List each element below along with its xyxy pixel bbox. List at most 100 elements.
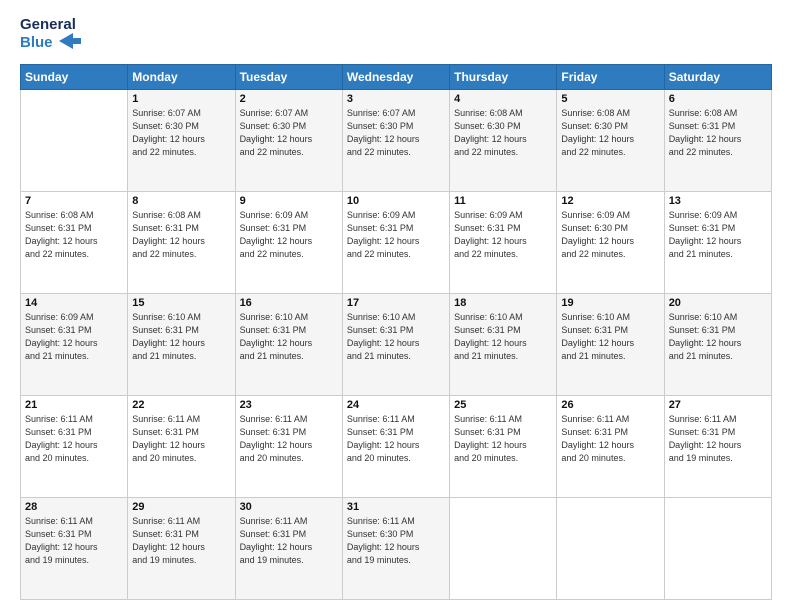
day-number: 30 — [240, 501, 338, 513]
calendar-header: SundayMondayTuesdayWednesdayThursdayFrid… — [21, 64, 772, 89]
day-number: 7 — [25, 195, 123, 207]
page: General Blue SundayMondayTuesdayWednesda… — [0, 0, 792, 612]
calendar-cell: 4 Sunrise: 6:08 AMSunset: 6:30 PMDaylight… — [450, 89, 557, 191]
day-info: Sunrise: 6:08 AMSunset: 6:31 PMDaylight:… — [25, 209, 123, 261]
day-number: 29 — [132, 501, 230, 513]
day-info: Sunrise: 6:08 AMSunset: 6:31 PMDaylight:… — [132, 209, 230, 261]
calendar-cell — [21, 89, 128, 191]
calendar-cell: 5 Sunrise: 6:08 AMSunset: 6:30 PMDaylight… — [557, 89, 664, 191]
day-number: 3 — [347, 93, 445, 105]
calendar-cell: 6 Sunrise: 6:08 AMSunset: 6:31 PMDaylight… — [664, 89, 771, 191]
header-day: Tuesday — [235, 64, 342, 89]
day-number: 12 — [561, 195, 659, 207]
calendar-body: 1 Sunrise: 6:07 AMSunset: 6:30 PMDaylight… — [21, 89, 772, 600]
day-number: 27 — [669, 399, 767, 411]
calendar-cell: 7 Sunrise: 6:08 AMSunset: 6:31 PMDaylight… — [21, 191, 128, 293]
header-day: Friday — [557, 64, 664, 89]
calendar-cell: 29 Sunrise: 6:11 AMSunset: 6:31 PMDayligh… — [128, 497, 235, 599]
day-number: 17 — [347, 297, 445, 309]
calendar-cell: 23Sunrise: 6:11 AMSunset: 6:31 PMDayligh… — [235, 395, 342, 497]
day-info: Sunrise: 6:08 AMSunset: 6:30 PMDaylight:… — [561, 107, 659, 159]
calendar-cell: 22 Sunrise: 6:11 AMSunset: 6:31 PMDayligh… — [128, 395, 235, 497]
calendar-cell: 30 Sunrise: 6:11 AMSunset: 6:31 PMDayligh… — [235, 497, 342, 599]
header-day: Wednesday — [342, 64, 449, 89]
calendar-cell: 27Sunrise: 6:11 AMSunset: 6:31 PMDayligh… — [664, 395, 771, 497]
day-info: Sunrise: 6:09 AMSunset: 6:31 PMDaylight:… — [240, 209, 338, 261]
calendar-cell: 9 Sunrise: 6:09 AMSunset: 6:31 PMDaylight… — [235, 191, 342, 293]
calendar-cell: 15 Sunrise: 6:10 AMSunset: 6:31 PMDayligh… — [128, 293, 235, 395]
day-info: Sunrise: 6:09 AMSunset: 6:30 PMDaylight:… — [561, 209, 659, 261]
day-info: Sunrise: 6:09 AMSunset: 6:31 PMDaylight:… — [347, 209, 445, 261]
calendar-cell: 20Sunrise: 6:10 AMSunset: 6:31 PMDayligh… — [664, 293, 771, 395]
day-number: 5 — [561, 93, 659, 105]
header: General Blue — [20, 16, 772, 54]
day-number: 14 — [25, 297, 123, 309]
day-info: Sunrise: 6:08 AMSunset: 6:31 PMDaylight:… — [669, 107, 767, 159]
logo-text: General Blue — [20, 16, 81, 54]
calendar-cell: 2 Sunrise: 6:07 AMSunset: 6:30 PMDaylight… — [235, 89, 342, 191]
header-row: SundayMondayTuesdayWednesdayThursdayFrid… — [21, 64, 772, 89]
day-number: 11 — [454, 195, 552, 207]
day-number: 26 — [561, 399, 659, 411]
day-info: Sunrise: 6:10 AMSunset: 6:31 PMDaylight:… — [347, 311, 445, 363]
day-number: 24 — [347, 399, 445, 411]
header-day: Saturday — [664, 64, 771, 89]
calendar-cell: 24 Sunrise: 6:11 AMSunset: 6:31 PMDayligh… — [342, 395, 449, 497]
calendar-cell: 16Sunrise: 6:10 AMSunset: 6:31 PMDayligh… — [235, 293, 342, 395]
calendar-cell — [450, 497, 557, 599]
day-info: Sunrise: 6:10 AMSunset: 6:31 PMDaylight:… — [561, 311, 659, 363]
day-number: 10 — [347, 195, 445, 207]
logo: General Blue — [20, 16, 81, 54]
day-info: Sunrise: 6:09 AMSunset: 6:31 PMDaylight:… — [454, 209, 552, 261]
calendar-cell — [557, 497, 664, 599]
day-info: Sunrise: 6:11 AMSunset: 6:31 PMDaylight:… — [561, 413, 659, 465]
day-info: Sunrise: 6:11 AMSunset: 6:31 PMDaylight:… — [454, 413, 552, 465]
day-info: Sunrise: 6:11 AMSunset: 6:31 PMDaylight:… — [132, 515, 230, 567]
calendar-cell: 10 Sunrise: 6:09 AMSunset: 6:31 PMDayligh… — [342, 191, 449, 293]
day-number: 25 — [454, 399, 552, 411]
day-number: 23 — [240, 399, 338, 411]
calendar-week-row: 14 Sunrise: 6:09 AMSunset: 6:31 PMDayligh… — [21, 293, 772, 395]
calendar-cell: 25 Sunrise: 6:11 AMSunset: 6:31 PMDayligh… — [450, 395, 557, 497]
calendar-cell: 18Sunrise: 6:10 AMSunset: 6:31 PMDayligh… — [450, 293, 557, 395]
day-info: Sunrise: 6:09 AMSunset: 6:31 PMDaylight:… — [25, 311, 123, 363]
logo-arrow-icon — [59, 33, 81, 49]
header-day: Sunday — [21, 64, 128, 89]
day-number: 19 — [561, 297, 659, 309]
day-number: 22 — [132, 399, 230, 411]
day-info: Sunrise: 6:11 AMSunset: 6:31 PMDaylight:… — [240, 515, 338, 567]
day-number: 6 — [669, 93, 767, 105]
calendar-cell: 17 Sunrise: 6:10 AMSunset: 6:31 PMDayligh… — [342, 293, 449, 395]
calendar-cell: 21Sunrise: 6:11 AMSunset: 6:31 PMDayligh… — [21, 395, 128, 497]
day-info: Sunrise: 6:11 AMSunset: 6:31 PMDaylight:… — [132, 413, 230, 465]
day-number: 20 — [669, 297, 767, 309]
day-info: Sunrise: 6:10 AMSunset: 6:31 PMDaylight:… — [454, 311, 552, 363]
day-number: 4 — [454, 93, 552, 105]
calendar-cell: 12 Sunrise: 6:09 AMSunset: 6:30 PMDayligh… — [557, 191, 664, 293]
calendar-cell: 8 Sunrise: 6:08 AMSunset: 6:31 PMDaylight… — [128, 191, 235, 293]
calendar-cell: 13Sunrise: 6:09 AMSunset: 6:31 PMDayligh… — [664, 191, 771, 293]
day-info: Sunrise: 6:07 AMSunset: 6:30 PMDaylight:… — [240, 107, 338, 159]
day-info: Sunrise: 6:11 AMSunset: 6:30 PMDaylight:… — [347, 515, 445, 567]
calendar-cell — [664, 497, 771, 599]
day-number: 31 — [347, 501, 445, 513]
day-info: Sunrise: 6:11 AMSunset: 6:31 PMDaylight:… — [347, 413, 445, 465]
day-number: 9 — [240, 195, 338, 207]
day-number: 16 — [240, 297, 338, 309]
day-number: 15 — [132, 297, 230, 309]
calendar-cell: 3Sunrise: 6:07 AMSunset: 6:30 PMDaylight… — [342, 89, 449, 191]
day-number: 8 — [132, 195, 230, 207]
day-number: 1 — [132, 93, 230, 105]
day-number: 13 — [669, 195, 767, 207]
calendar-week-row: 28Sunrise: 6:11 AMSunset: 6:31 PMDayligh… — [21, 497, 772, 599]
calendar-week-row: 1 Sunrise: 6:07 AMSunset: 6:30 PMDaylight… — [21, 89, 772, 191]
day-number: 2 — [240, 93, 338, 105]
day-number: 21 — [25, 399, 123, 411]
header-day: Thursday — [450, 64, 557, 89]
day-info: Sunrise: 6:08 AMSunset: 6:30 PMDaylight:… — [454, 107, 552, 159]
calendar-cell: 11 Sunrise: 6:09 AMSunset: 6:31 PMDayligh… — [450, 191, 557, 293]
calendar-week-row: 7 Sunrise: 6:08 AMSunset: 6:31 PMDaylight… — [21, 191, 772, 293]
day-info: Sunrise: 6:10 AMSunset: 6:31 PMDaylight:… — [132, 311, 230, 363]
calendar-table: SundayMondayTuesdayWednesdayThursdayFrid… — [20, 64, 772, 601]
calendar-cell: 14 Sunrise: 6:09 AMSunset: 6:31 PMDayligh… — [21, 293, 128, 395]
